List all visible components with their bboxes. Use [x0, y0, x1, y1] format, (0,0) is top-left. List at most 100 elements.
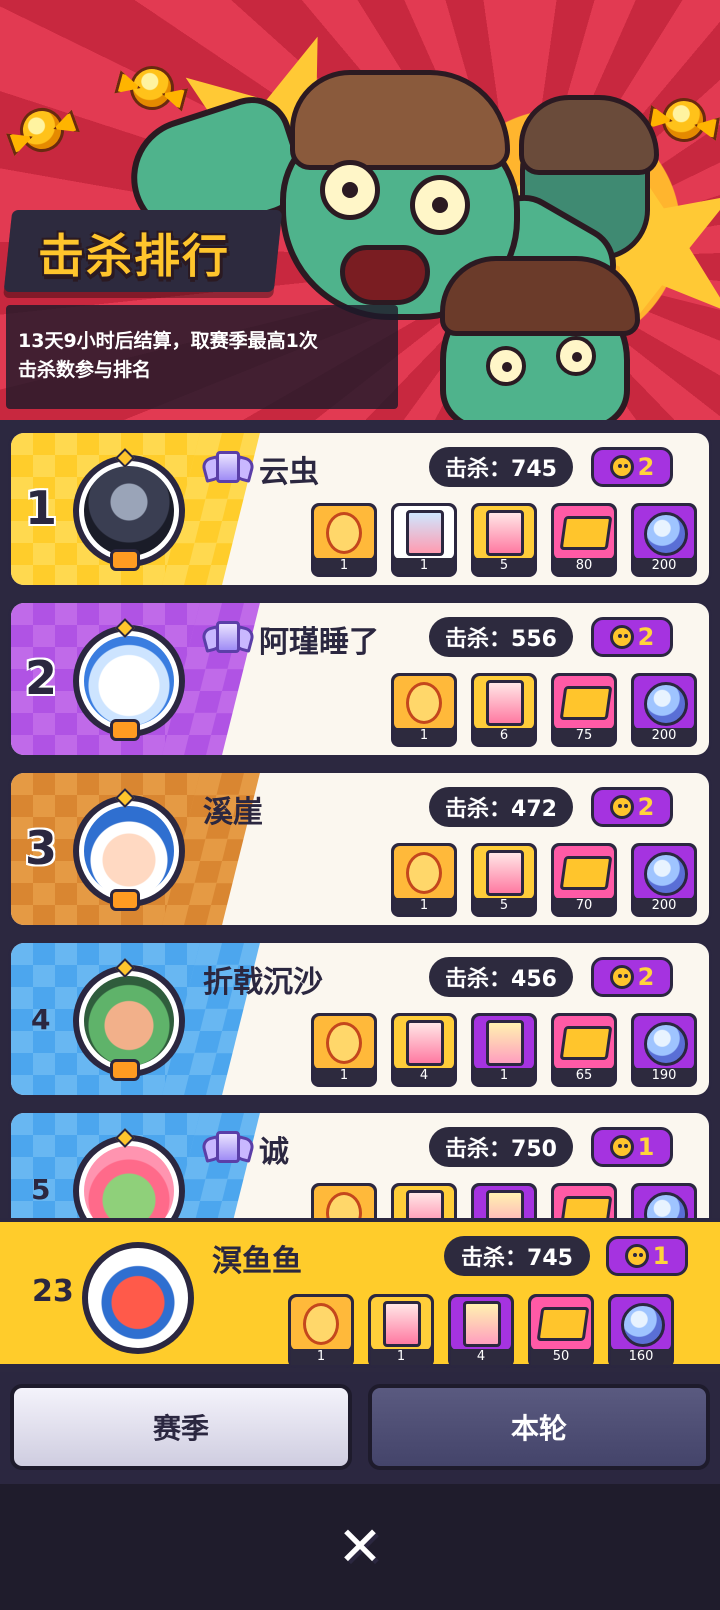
- reward-quantity: 1: [291, 1349, 351, 1365]
- gem-icon: [216, 621, 240, 653]
- reward-quantity: 200: [634, 728, 694, 744]
- avatar-frame-reward[interactable]: 1: [391, 843, 457, 917]
- kill-count: 击杀：750: [429, 1127, 573, 1167]
- frame-icon: [394, 676, 454, 729]
- card-pack-reward[interactable]: 4: [391, 1013, 457, 1087]
- tab-round[interactable]: 本轮: [368, 1384, 710, 1470]
- capsule-icon: [634, 1186, 694, 1218]
- card-pack-reward[interactable]: 5: [471, 503, 537, 577]
- candy-icon: [13, 101, 71, 159]
- ticket-reward[interactable]: 80: [551, 503, 617, 577]
- reward-quantity: 4: [394, 1068, 454, 1084]
- settlement-info-box: 13天9小时后结算，取赛季最高1次 击杀数参与排名: [6, 305, 398, 409]
- player-name: 折戟沉沙: [203, 965, 323, 1000]
- reward-quantity: 1: [394, 558, 454, 574]
- ranking-row-body: 3 溪崖 击杀：472 2 1 5 70 200: [11, 773, 709, 925]
- ranking-row[interactable]: 3 溪崖 击杀：472 2 1 5 70 200: [8, 770, 712, 928]
- skull-icon: [609, 625, 634, 649]
- card-purple-icon: [474, 1186, 534, 1218]
- card-icon: [474, 846, 534, 899]
- capsule-reward[interactable]: 200: [631, 673, 697, 747]
- ticket-reward[interactable]: [551, 1183, 617, 1218]
- skull-badge: 2: [591, 447, 673, 487]
- ticket-reward[interactable]: 70: [551, 843, 617, 917]
- card-pack-reward[interactable]: 1: [368, 1294, 434, 1368]
- footer: ✕: [0, 1484, 720, 1610]
- tab-season[interactable]: 赛季: [10, 1384, 352, 1470]
- reward-quantity: 65: [554, 1068, 614, 1084]
- reward-quantity: 80: [554, 558, 614, 574]
- rank-number: 4: [31, 1003, 51, 1036]
- gem-icon: [216, 451, 240, 483]
- ticket-reward[interactable]: 75: [551, 673, 617, 747]
- rank-number: 3: [25, 821, 58, 875]
- kill-count: 击杀：472: [429, 787, 573, 827]
- ticket-icon: [554, 1186, 614, 1218]
- reward-quantity: 1: [394, 898, 454, 914]
- capsule-icon: [611, 1297, 671, 1350]
- player-name: 溪崖: [203, 795, 263, 830]
- ranking-row-body: 1 云虫 击杀：745 2 1 1 5 80 200: [11, 433, 709, 585]
- kill-count: 击杀：556: [429, 617, 573, 657]
- avatar-badge-icon: [110, 549, 140, 571]
- capsule-reward[interactable]: 190: [631, 1013, 697, 1087]
- rare-card-pack-reward[interactable]: [471, 1183, 537, 1218]
- ranking-row-body: 4 折戟沉沙 击杀：456 2 1 4 1 65 190: [11, 943, 709, 1095]
- card-pack-reward[interactable]: 5: [471, 843, 537, 917]
- ranking-list[interactable]: 1 云虫 击杀：745 2 1 1 5 80 200 2 阿瑾睡了 击杀：556 2 1 6 75 200 3 溪崖…: [0, 420, 720, 1218]
- ticket-reward[interactable]: 65: [551, 1013, 617, 1087]
- card-icon: [394, 1016, 454, 1069]
- capsule-reward[interactable]: 200: [631, 503, 697, 577]
- avatar-image: [79, 971, 179, 1071]
- reward-quantity: 1: [394, 728, 454, 744]
- reward-quantity: 1: [474, 1068, 534, 1084]
- ranking-row[interactable]: 4 折戟沉沙 击杀：456 2 1 4 1 65 190: [8, 940, 712, 1098]
- leaderboard-screen: 击杀排行 13天9小时后结算，取赛季最高1次 击杀数参与排名 1 云虫 击杀：745…: [0, 0, 720, 1610]
- avatar-frame-reward[interactable]: 1: [311, 503, 377, 577]
- rank-number: 1: [25, 481, 58, 535]
- avatar-frame-reward[interactable]: 1: [288, 1294, 354, 1368]
- frame-icon: [314, 1016, 374, 1069]
- gem-icon: [216, 1131, 240, 1163]
- my-rank-bar: 23 溟鱼鱼 击杀：745 1 1 1 4 50 160: [0, 1218, 720, 1368]
- capsule-reward[interactable]: 160: [608, 1294, 674, 1368]
- kill-count: 击杀：745: [429, 447, 573, 487]
- my-avatar[interactable]: [82, 1242, 194, 1354]
- skull-count: 2: [637, 963, 655, 991]
- player-name-row: 溪崖: [203, 787, 263, 831]
- avatar-frame-reward[interactable]: 1: [391, 673, 457, 747]
- reward-quantity: 200: [634, 558, 694, 574]
- ranking-row[interactable]: 2 阿瑾睡了 击杀：556 2 1 6 75 200: [8, 600, 712, 758]
- close-icon: ✕: [337, 1514, 383, 1578]
- ticket-icon: [531, 1297, 591, 1350]
- card-pack-reward[interactable]: 6: [471, 673, 537, 747]
- avatar-frame-reward[interactable]: [311, 1183, 377, 1218]
- my-rewards: 1 1 4 50 160: [288, 1294, 674, 1368]
- card-icon: [371, 1297, 431, 1350]
- ranking-row[interactable]: 5 诚 击杀：750 1: [8, 1110, 712, 1218]
- rare-card-pack-reward[interactable]: 1: [471, 1013, 537, 1087]
- capsule-icon: [634, 846, 694, 899]
- skull-badge: 2: [591, 957, 673, 997]
- special-card-pack-reward[interactable]: 1: [391, 503, 457, 577]
- card-icon: [394, 1186, 454, 1218]
- ranking-row[interactable]: 1 云虫 击杀：745 2 1 1 5 80 200: [8, 430, 712, 588]
- reward-quantity: 160: [611, 1349, 671, 1365]
- card-purple-icon: [451, 1297, 511, 1350]
- avatar-badge-icon: [110, 1059, 140, 1081]
- page-title: 击杀排行: [38, 229, 230, 283]
- rank-number: 2: [25, 651, 58, 705]
- skull-count: 2: [637, 453, 655, 481]
- reward-quantity: 1: [371, 1349, 431, 1365]
- my-kill-count: 击杀：745: [444, 1236, 590, 1276]
- capsule-reward[interactable]: 200: [631, 843, 697, 917]
- tab-bar: 赛季 本轮: [0, 1372, 720, 1484]
- card-pack-reward[interactable]: [391, 1183, 457, 1218]
- reward-quantity: 1: [314, 558, 374, 574]
- avatar-badge-icon: [110, 719, 140, 741]
- capsule-reward[interactable]: [631, 1183, 697, 1218]
- ticket-reward[interactable]: 50: [528, 1294, 594, 1368]
- avatar-frame-reward[interactable]: 1: [311, 1013, 377, 1087]
- close-button[interactable]: ✕: [328, 1514, 392, 1578]
- rare-card-pack-reward[interactable]: 4: [448, 1294, 514, 1368]
